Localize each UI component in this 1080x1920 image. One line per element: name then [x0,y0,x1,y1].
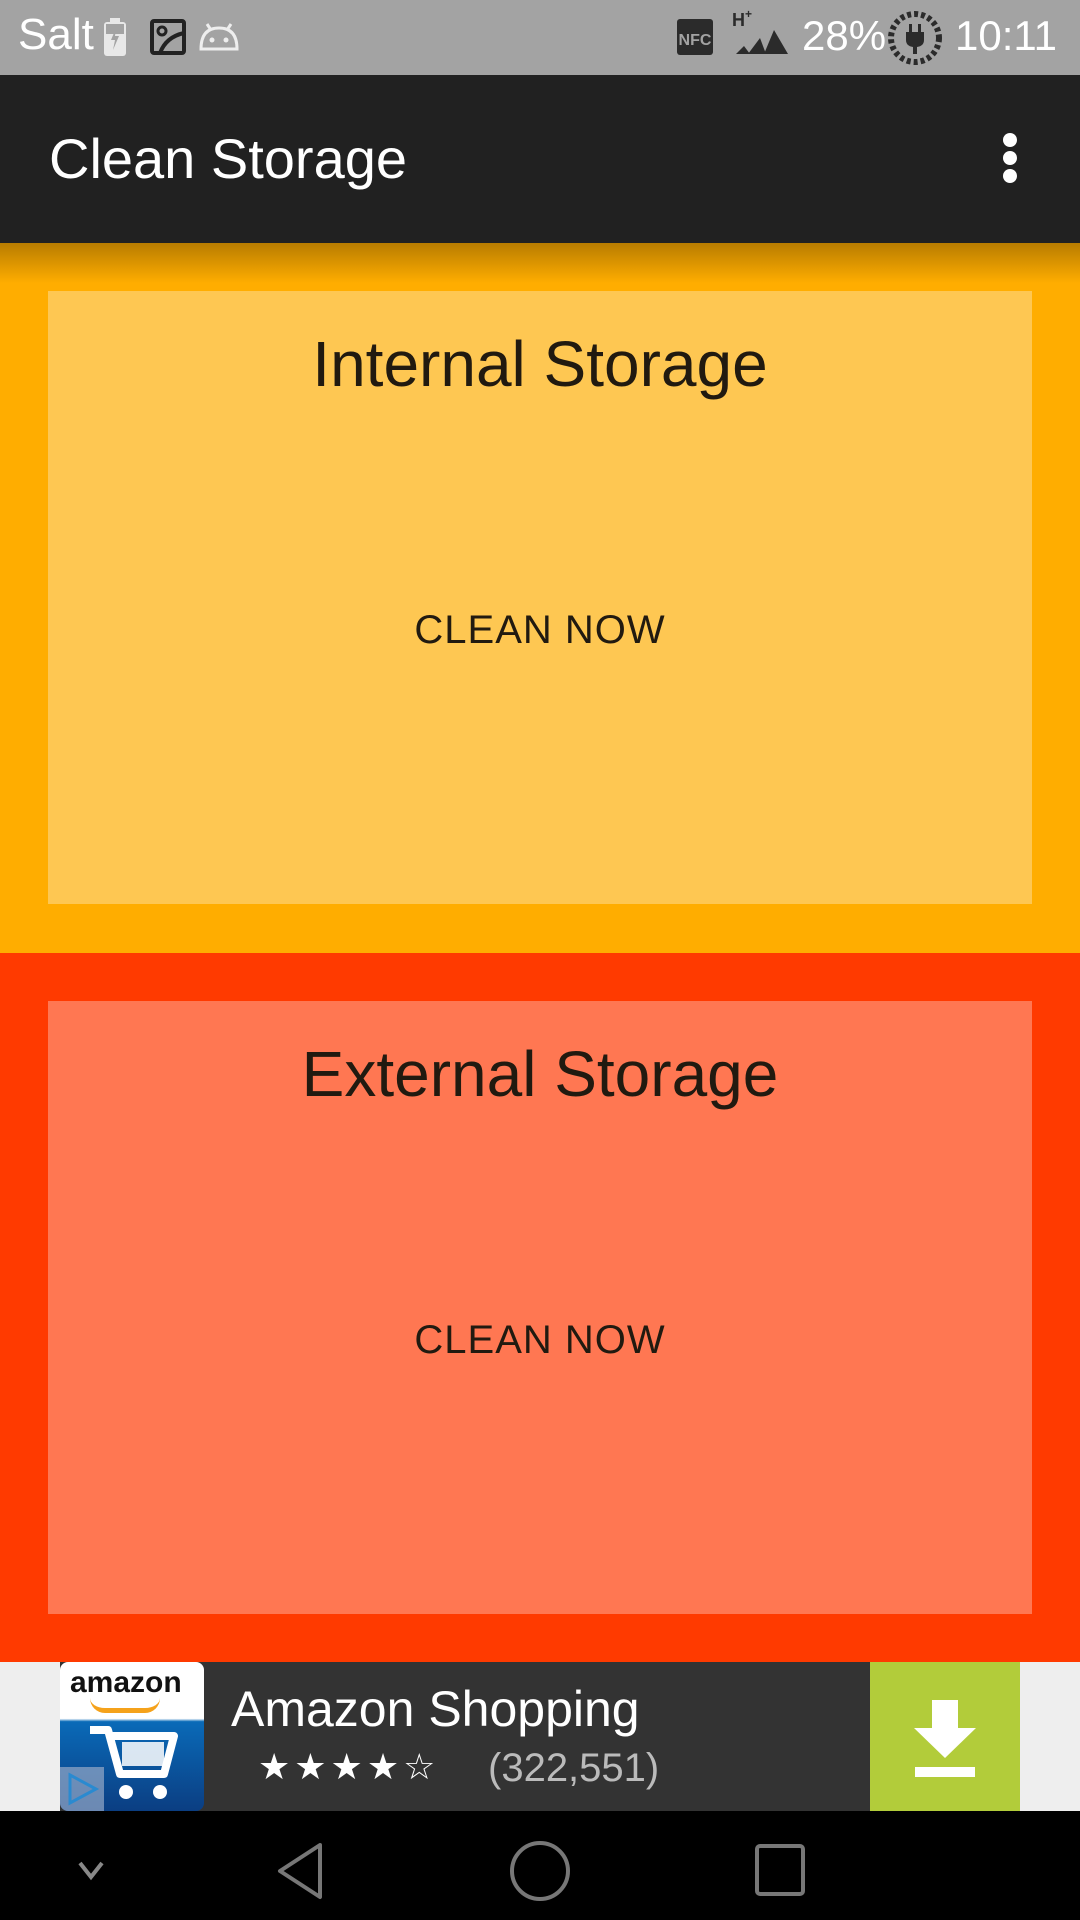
svg-text:+: + [745,8,752,21]
battery-charging-icon [104,18,126,56]
ad-content[interactable]: amazon Amazon Shopping ★★★★☆ (322,551) [60,1662,1020,1811]
home-icon[interactable] [508,1839,572,1903]
amazon-logo: amazon [60,1662,204,1811]
ad-download-button[interactable] [870,1662,1020,1811]
charging-plug-icon [888,11,942,65]
more-vert-icon[interactable] [990,133,1030,193]
app-bar: Clean Storage [0,75,1080,243]
back-icon[interactable] [272,1839,328,1903]
external-storage-section: External Storage CLEAN NOW [0,953,1080,1662]
clock: 10:11 [955,12,1057,59]
hide-keyboard-icon[interactable] [76,1859,106,1883]
amazon-logo-text: amazon [70,1666,182,1699]
svg-text:H: H [732,10,745,30]
navigation-bar [0,1811,1080,1920]
internal-storage-section: Internal Storage CLEAN NOW [0,243,1080,953]
clean-internal-button[interactable]: CLEAN NOW [394,598,685,663]
battery-percent: 28% [802,12,887,59]
ad-banner[interactable]: amazon Amazon Shopping ★★★★☆ (322,551) [0,1662,1080,1811]
ad-app-name: Amazon Shopping [231,1681,640,1737]
svg-text:NFC: NFC [679,32,712,49]
app-title: Clean Storage [49,127,408,190]
ad-review-count: (322,551) [488,1746,660,1790]
clean-external-button[interactable]: CLEAN NOW [394,1308,685,1373]
ad-choices-icon[interactable] [60,1767,104,1811]
recents-icon[interactable] [754,1843,806,1899]
carrier-name: Salt [18,10,94,59]
signal-hplus-icon: H + [732,8,788,54]
download-icon [914,1700,976,1777]
internal-storage-title: Internal Storage [312,328,768,400]
external-storage-title: External Storage [301,1038,779,1110]
ad-rating-stars: ★★★★☆ [258,1746,440,1787]
internal-storage-card: Internal Storage CLEAN NOW [48,291,1032,904]
android-icon [199,23,239,51]
nfc-icon: NFC [677,19,713,55]
image-icon [150,19,186,55]
status-bar: Salt NFC H + 28% 10:11 [0,0,1080,75]
amazon-smile-icon [90,1698,160,1713]
external-storage-card: External Storage CLEAN NOW [48,1001,1032,1614]
